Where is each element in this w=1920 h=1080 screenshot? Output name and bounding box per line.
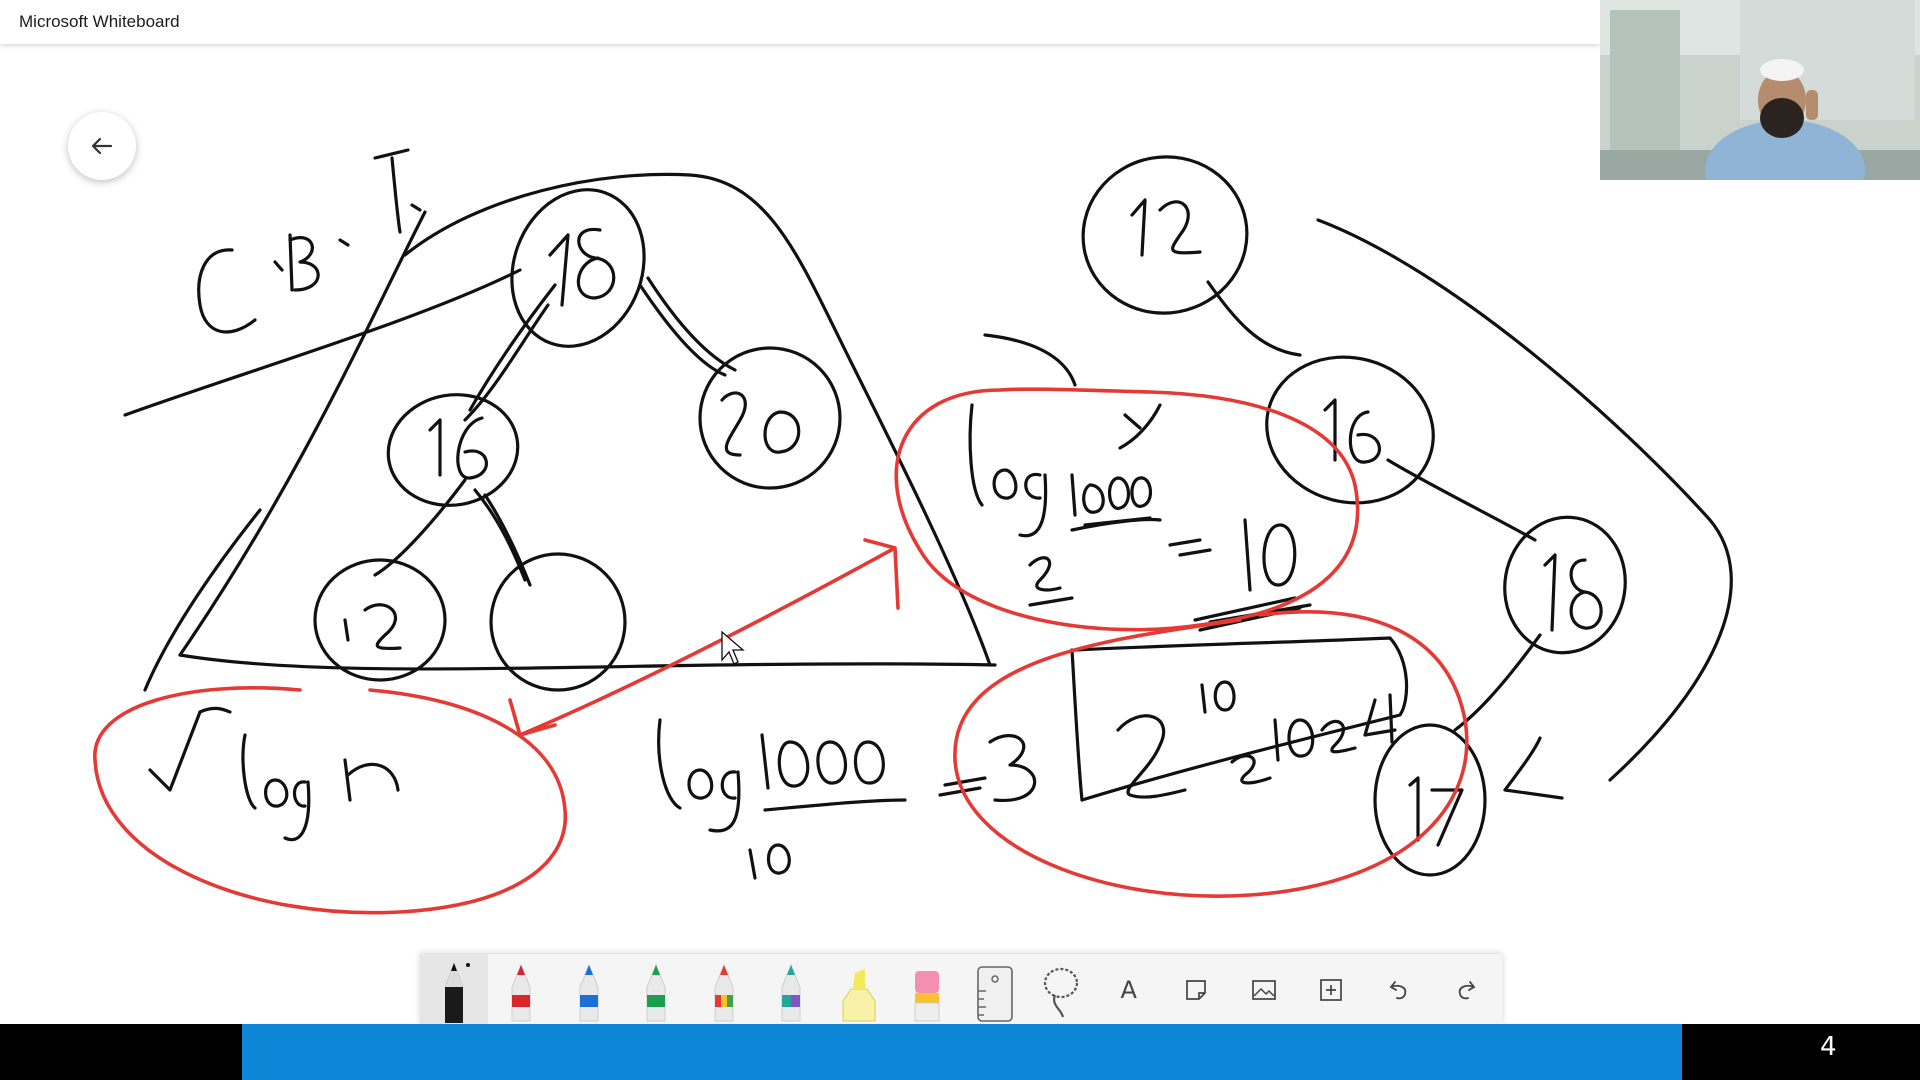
image-icon	[1251, 980, 1276, 1000]
pen-green-icon	[646, 963, 666, 1022]
note-icon	[1186, 980, 1207, 1000]
red-circle-sqrt	[93, 686, 568, 915]
right-tree	[1081, 155, 1733, 877]
pen-red-icon	[511, 963, 531, 1022]
handwriting-power-box	[1070, 636, 1409, 802]
redo-icon	[1459, 981, 1476, 1000]
highlighter-icon	[842, 969, 876, 1022]
page-number: 4	[1820, 1032, 1837, 1062]
handwriting-log10	[657, 718, 1037, 880]
lasso-icon	[1044, 967, 1079, 1018]
pen-black-icon	[444, 963, 470, 1023]
tool-pen-green[interactable]	[623, 954, 691, 1026]
app-title: Microsoft Whiteboard	[19, 12, 180, 31]
undo-icon	[1389, 981, 1406, 1000]
red-circle-log2	[894, 387, 1360, 632]
arrow-left-icon	[91, 137, 113, 155]
left-tree-outline	[123, 172, 997, 692]
handwriting-log2	[968, 333, 1312, 632]
ink-toolbar: A	[420, 954, 1502, 1026]
tool-pen-blue[interactable]	[555, 954, 623, 1026]
presenter-webcam	[1600, 0, 1920, 180]
tool-note[interactable]	[1163, 954, 1231, 1026]
back-button[interactable]	[68, 112, 136, 180]
pen-blue-icon	[579, 963, 599, 1022]
tool-pen-black[interactable]	[420, 954, 488, 1026]
tool-lasso[interactable]	[1028, 954, 1096, 1026]
handwriting-sqrt-log-n	[148, 706, 400, 842]
tool-highlighter[interactable]	[825, 954, 893, 1026]
handwriting-cbt	[197, 148, 422, 334]
bottom-blue-panel: 4	[242, 1024, 1837, 1080]
tool-text[interactable]: A	[1095, 954, 1163, 1026]
tool-undo[interactable]	[1365, 954, 1433, 1026]
tool-pen-galaxy[interactable]	[758, 954, 826, 1026]
tool-ruler[interactable]	[960, 954, 1028, 1026]
insert-icon	[1320, 979, 1343, 1001]
pen-rainbow-icon	[714, 963, 734, 1022]
title-bar: Microsoft Whiteboard	[0, 0, 1600, 44]
tool-pen-rainbow[interactable]	[690, 954, 758, 1026]
tool-insert[interactable]	[1298, 954, 1366, 1026]
tool-pen-red[interactable]	[488, 954, 556, 1026]
red-arrow	[508, 538, 900, 737]
pen-galaxy-icon	[781, 963, 801, 1022]
left-tree-nodes	[313, 188, 842, 692]
tool-image[interactable]	[1230, 954, 1298, 1026]
tool-eraser[interactable]	[893, 954, 961, 1026]
ruler-icon	[976, 966, 1013, 1022]
bottom-bar: 4	[0, 1024, 1920, 1080]
tool-redo[interactable]	[1433, 954, 1501, 1026]
eraser-icon	[914, 971, 940, 1022]
mouse-cursor	[721, 630, 745, 665]
text-icon: A	[1120, 976, 1137, 1004]
